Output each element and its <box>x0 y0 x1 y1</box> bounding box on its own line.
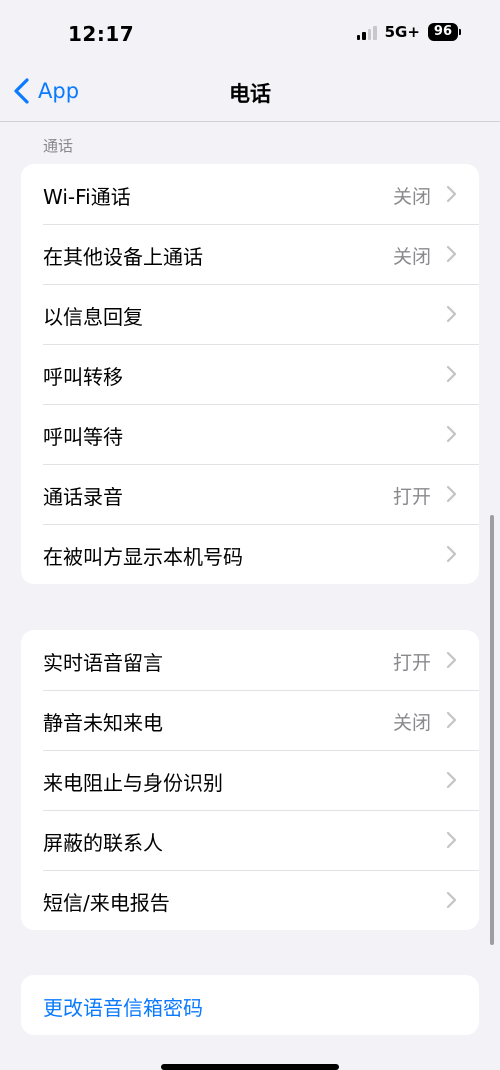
row-value: 关闭 <box>392 712 431 734</box>
settings-row-call-waiting[interactable]: 呼叫等待 <box>21 404 479 464</box>
chevron-right-icon <box>446 305 457 323</box>
row-value: 打开 <box>392 486 431 508</box>
cellular-signal-icon <box>356 25 377 40</box>
chevron-right-icon <box>446 651 457 669</box>
status-time: 12:17 <box>68 22 135 46</box>
row-label: 来电阻止与身份识别 <box>43 771 223 795</box>
settings-row-calls-on-other-devices[interactable]: 在其他设备上通话 关闭 <box>21 224 479 284</box>
row-value: 关闭 <box>392 246 431 268</box>
row-label: 通话录音 <box>43 485 123 509</box>
chevron-right-icon <box>446 485 457 503</box>
row-label: 在其他设备上通话 <box>43 245 203 269</box>
row-label: 实时语音留言 <box>43 651 163 675</box>
chevron-right-icon <box>446 245 457 263</box>
chevron-right-icon <box>446 891 457 909</box>
row-value: 打开 <box>392 652 431 674</box>
settings-row-live-voicemail[interactable]: 实时语音留言 打开 <box>21 630 479 690</box>
change-voicemail-password-button[interactable]: 更改语音信箱密码 <box>21 975 479 1035</box>
row-label: 呼叫转移 <box>43 365 123 389</box>
row-label: 静音未知来电 <box>43 711 163 735</box>
row-label: 更改语音信箱密码 <box>43 996 203 1020</box>
status-indicators: 5G+ 96 <box>356 23 462 41</box>
chevron-right-icon <box>446 185 457 203</box>
chevron-right-icon <box>446 545 457 563</box>
navigation-bar: App 电话 <box>0 66 500 122</box>
settings-row-call-recording[interactable]: 通话录音 打开 <box>21 464 479 524</box>
settings-group-voicemail-password: 更改语音信箱密码 <box>21 975 479 1035</box>
row-label: 以信息回复 <box>43 305 143 329</box>
settings-row-silence-unknown-callers[interactable]: 静音未知来电 关闭 <box>21 690 479 750</box>
section-header-calls: 通话 <box>43 137 74 155</box>
home-indicator[interactable] <box>161 1064 339 1070</box>
row-label: 屏蔽的联系人 <box>43 831 163 855</box>
page-title: 电话 <box>229 82 271 106</box>
settings-row-blocked-contacts[interactable]: 屏蔽的联系人 <box>21 810 479 870</box>
settings-group-calls: Wi-Fi通话 关闭 在其他设备上通话 关闭 以信息回复 呼叫转移 呼叫等待 通… <box>21 164 479 584</box>
settings-group-voicemail-blocking: 实时语音留言 打开 静音未知来电 关闭 来电阻止与身份识别 屏蔽的联系人 短信/… <box>21 630 479 930</box>
chevron-right-icon <box>446 831 457 849</box>
scroll-indicator[interactable] <box>490 515 494 945</box>
chevron-right-icon <box>446 365 457 383</box>
settings-row-show-my-caller-id[interactable]: 在被叫方显示本机号码 <box>21 524 479 584</box>
chevron-right-icon <box>446 771 457 789</box>
status-bar: 12:17 5G+ 96 <box>0 0 500 66</box>
network-type: 5G+ <box>384 23 420 41</box>
battery-level: 96 <box>433 24 452 39</box>
settings-row-wifi-calling[interactable]: Wi-Fi通话 关闭 <box>21 164 479 224</box>
battery-icon: 96 <box>427 23 462 41</box>
settings-row-call-blocking-identification[interactable]: 来电阻止与身份识别 <box>21 750 479 810</box>
settings-row-sms-call-reporting[interactable]: 短信/来电报告 <box>21 870 479 930</box>
chevron-right-icon <box>446 711 457 729</box>
row-value: 关闭 <box>392 186 431 208</box>
chevron-right-icon <box>446 425 457 443</box>
row-label: Wi-Fi通话 <box>43 185 131 209</box>
settings-row-call-forwarding[interactable]: 呼叫转移 <box>21 344 479 404</box>
settings-row-respond-with-text[interactable]: 以信息回复 <box>21 284 479 344</box>
row-label: 短信/来电报告 <box>43 891 170 915</box>
row-label: 呼叫等待 <box>43 425 123 449</box>
row-label: 在被叫方显示本机号码 <box>43 545 243 569</box>
